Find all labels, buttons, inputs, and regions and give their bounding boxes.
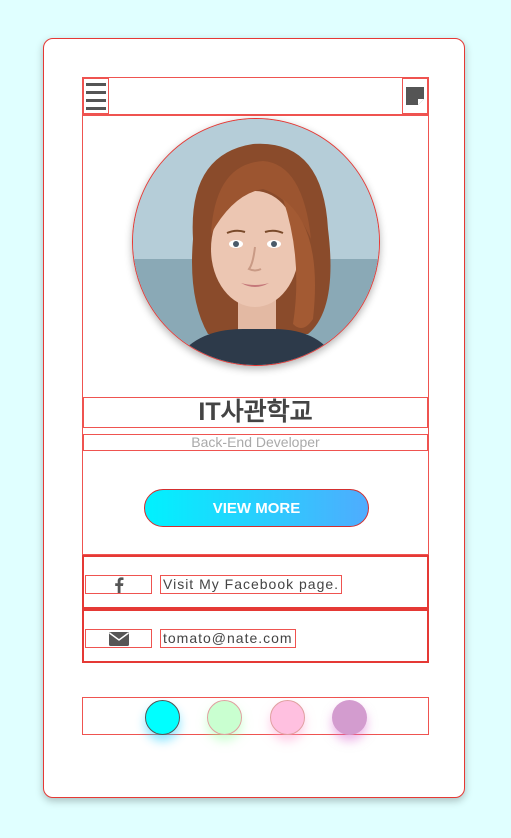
sticky-note-icon[interactable] <box>402 78 428 114</box>
contact-row-facebook: Visit My Facebook page. <box>82 555 429 609</box>
email-link[interactable]: tomato@nate.com <box>160 629 296 648</box>
envelope-icon[interactable] <box>85 629 152 648</box>
profile-card: IT사관학교 Back-End Developer VIEW MORE Visi… <box>43 38 465 798</box>
theme-swatch-pink[interactable] <box>270 700 305 735</box>
hamburger-menu-icon[interactable] <box>83 78 109 114</box>
theme-swatch-cyan[interactable] <box>145 700 180 735</box>
contact-row-email: tomato@nate.com <box>82 609 429 663</box>
card-header <box>82 77 429 115</box>
theme-swatches <box>82 697 429 735</box>
profile-role: Back-End Developer <box>83 434 428 451</box>
facebook-link[interactable]: Visit My Facebook page. <box>160 575 343 594</box>
portrait-image <box>133 119 379 365</box>
view-more-button[interactable]: VIEW MORE <box>144 489 369 527</box>
facebook-icon[interactable] <box>85 575 152 594</box>
profile-panel: IT사관학교 Back-End Developer VIEW MORE <box>82 115 429 555</box>
avatar <box>132 118 380 366</box>
theme-swatch-purple[interactable] <box>332 700 367 735</box>
profile-name: IT사관학교 <box>83 397 428 428</box>
theme-swatch-mint[interactable] <box>207 700 242 735</box>
